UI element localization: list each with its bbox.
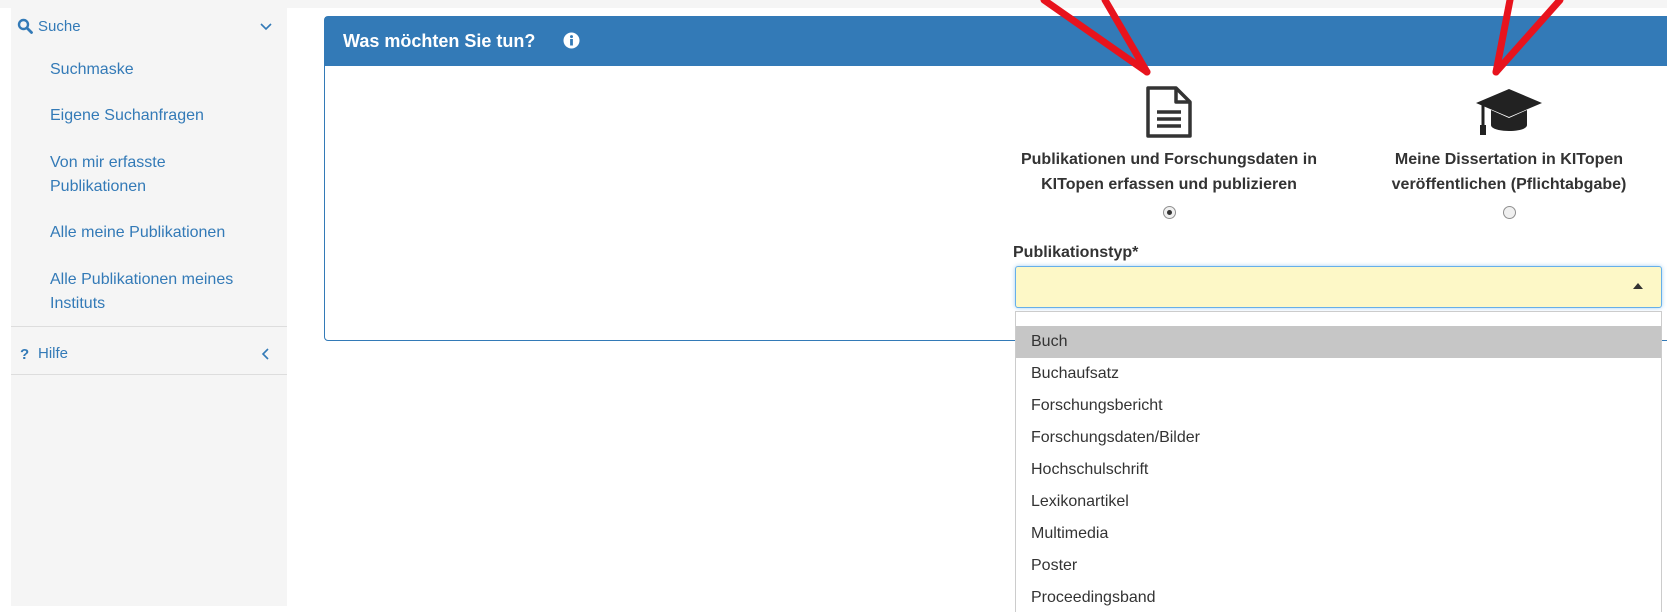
dropdown-option-buch[interactable]: Buch — [1016, 326, 1661, 358]
dropdown-option[interactable]: Forschungsdaten/Bilder — [1016, 422, 1661, 454]
publikationstyp-label: Publikationstyp* — [1013, 244, 1138, 262]
required-marker: * — [1132, 244, 1139, 261]
field-label-text: Publikationstyp — [1013, 244, 1133, 261]
option-publikationen[interactable]: Publikationen und Forschungsdaten in KIT… — [1004, 85, 1334, 197]
dropdown-option[interactable]: Hochschulschrift — [1016, 454, 1661, 486]
document-icon — [1146, 86, 1192, 138]
question-icon: ? — [20, 346, 29, 361]
search-icon — [17, 18, 33, 34]
top-strip — [0, 0, 1667, 8]
sidebar-divider — [11, 374, 287, 375]
chevron-down-icon — [260, 23, 272, 31]
graduation-cap-icon — [1476, 89, 1542, 135]
sidebar: Suche Suchmaske Eigene Suchanfragen Von … — [11, 8, 287, 606]
info-icon[interactable] — [563, 32, 580, 49]
svg-text:?: ? — [20, 346, 29, 361]
radio-dissertation[interactable] — [1503, 206, 1516, 219]
sidebar-section-label: Suche — [38, 18, 81, 35]
chevron-left-icon — [261, 348, 269, 360]
sidebar-section-label: Hilfe — [38, 345, 69, 362]
option-label: Publikationen und Forschungsdaten in KIT… — [1020, 151, 1317, 193]
sidebar-item-von-mir-erfasste[interactable]: Von mir erfasste Publikationen — [50, 151, 220, 199]
sidebar-section-hilfe[interactable]: ? Hilfe — [11, 339, 287, 371]
dropdown-option[interactable]: Poster — [1016, 550, 1661, 582]
panel-title: Was möchten Sie tun? — [343, 31, 536, 51]
dropdown-option[interactable]: Multimedia — [1016, 518, 1661, 550]
publikationstyp-select[interactable] — [1015, 266, 1662, 308]
dropdown-option[interactable]: Forschungsbericht — [1016, 390, 1661, 422]
radio-publikationen[interactable] — [1163, 206, 1176, 219]
sidebar-item-suchmaske[interactable]: Suchmaske — [50, 58, 270, 82]
dropdown-option[interactable]: Proceedingsband — [1016, 582, 1661, 614]
caret-up-icon — [1633, 283, 1643, 289]
panel-header: Was möchten Sie tun? — [325, 17, 1667, 66]
sidebar-item-alle-meine[interactable]: Alle meine Publikationen — [50, 221, 270, 245]
option-label: Meine Dissertation in KITopen veröffentl… — [1391, 151, 1627, 193]
sidebar-item-eigene-suchanfragen[interactable]: Eigene Suchanfragen — [50, 104, 270, 128]
dropdown-option[interactable]: Lexikonartikel — [1016, 486, 1661, 518]
dropdown-option[interactable]: Buchaufsatz — [1016, 358, 1661, 390]
sidebar-item-alle-institut[interactable]: Alle Publikationen meines Instituts — [50, 268, 260, 316]
sidebar-divider — [11, 326, 287, 327]
option-dissertation[interactable]: Meine Dissertation in KITopen veröffentl… — [1344, 85, 1667, 197]
publikationstyp-dropdown: Buch Buchaufsatz Forschungsbericht Forsc… — [1015, 311, 1662, 612]
sidebar-section-suche[interactable]: Suche — [11, 12, 287, 44]
